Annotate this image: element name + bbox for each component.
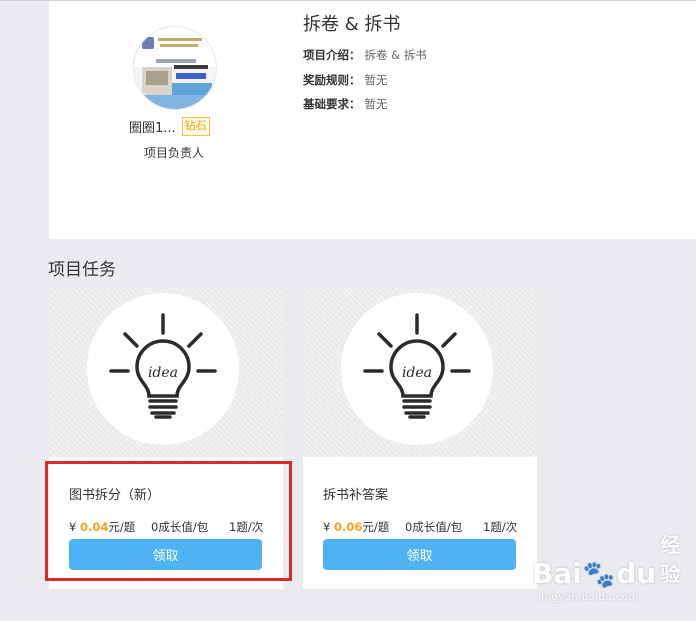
watermark-logo: Bai 🐾 du 经验 [532, 533, 681, 590]
reward-rules-row: 奖励规则： 暂无 [303, 72, 388, 88]
task-stats: ¥ 0.04元/题 0成长值/包 1题/次 [69, 519, 265, 535]
claim-button[interactable]: 领取 [69, 539, 262, 570]
reward-rules-value: 暂无 [364, 73, 388, 87]
basic-requirements-value: 暂无 [364, 97, 388, 111]
project-intro-value: 拆卷 & 拆书 [364, 48, 427, 62]
task-frequency: 1题/次 [229, 520, 264, 534]
project-title: 拆卷 & 拆书 [303, 14, 401, 35]
baidu-jingyan-watermark: Bai 🐾 du 经验 jingyan.baidu.com [532, 533, 692, 618]
task-card[interactable]: idea 图书拆分（新） ¥ 0.04元/题 0成长值/包 1题/次 领取 [49, 287, 283, 589]
task-frequency: 1题/次 [483, 520, 518, 534]
task-name: 拆书补答案 [323, 488, 389, 503]
thumbnail-circle: idea [87, 293, 239, 445]
basic-requirements-label: 基础要求： [303, 97, 361, 111]
price-unit: 元/题 [362, 520, 390, 534]
claim-button[interactable]: 领取 [323, 539, 516, 570]
task-thumbnail: idea [303, 287, 537, 457]
task-price: ¥ 0.06元/题 [323, 519, 389, 535]
owner-name[interactable]: 圈圈1... [129, 117, 176, 136]
watermark-url: jingyan.baidu.com [538, 592, 639, 603]
idea-bulb-icon: idea [109, 313, 217, 419]
reward-rules-label: 奖励规则： [303, 73, 361, 87]
thumbnail-circle: idea [341, 293, 493, 445]
task-growth: 0成长值/包 [405, 520, 463, 534]
price-unit: 元/题 [108, 520, 136, 534]
task-price: ¥ 0.04元/题 [69, 519, 135, 535]
svg-text:idea: idea [148, 365, 178, 381]
currency-symbol: ¥ [69, 520, 77, 534]
task-card[interactable]: idea 拆书补答案 ¥ 0.06元/题 0成长值/包 1题/次 领取 [303, 287, 537, 589]
paw-icon: 🐾 [582, 560, 616, 590]
project-intro-label: 项目介绍： [303, 48, 361, 62]
basic-requirements-row: 基础要求： 暂无 [303, 96, 388, 112]
tasks-section-title: 项目任务 [48, 260, 116, 280]
project-info-panel: 圈圈1... 钻石 项目负责人 拆卷 & 拆书 项目介绍： 拆卷 & 拆书 奖励规… [49, 1, 696, 239]
price-value: 0.06 [333, 520, 363, 534]
avatar-image [134, 27, 216, 109]
price-value: 0.04 [79, 520, 109, 534]
level-badge: 钻石 [181, 116, 210, 136]
owner-avatar[interactable] [134, 27, 216, 109]
svg-text:idea: idea [402, 365, 432, 381]
idea-bulb-icon: idea [363, 313, 471, 419]
project-intro-row: 项目介绍： 拆卷 & 拆书 [303, 47, 427, 63]
currency-symbol: ¥ [323, 520, 331, 534]
task-thumbnail: idea [49, 287, 283, 457]
task-growth: 0成长值/包 [151, 520, 209, 534]
owner-role-label: 项目负责人 [143, 146, 204, 160]
task-stats: ¥ 0.06元/题 0成长值/包 1题/次 [323, 519, 519, 535]
owner-name-row: 圈圈1... 钻石 [129, 115, 210, 137]
task-name: 图书拆分（新） [69, 488, 161, 503]
